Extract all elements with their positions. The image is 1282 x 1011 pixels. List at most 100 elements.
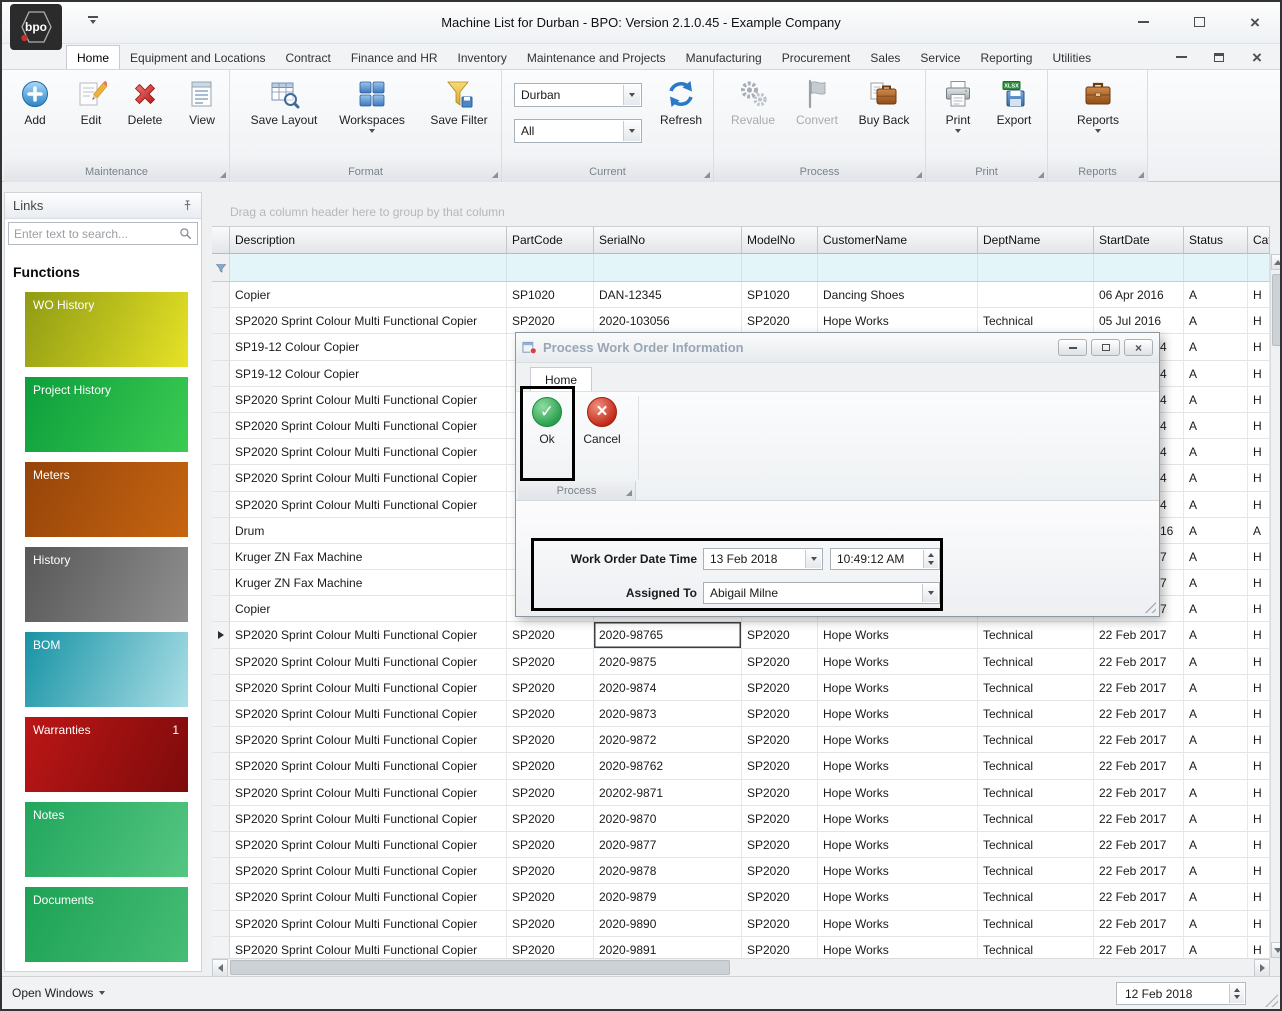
- column-header-status[interactable]: Status: [1184, 227, 1248, 253]
- close-icon[interactable]: ×: [1246, 13, 1264, 31]
- mdi-minimize-icon[interactable]: [1172, 48, 1190, 66]
- sidebar-item-wo-history[interactable]: WO History: [25, 292, 188, 367]
- table-row[interactable]: SP2020 Sprint Colour Multi Functional Co…: [212, 701, 1270, 727]
- dialog-launcher-icon[interactable]: ◢: [220, 171, 226, 179]
- column-header-partcode[interactable]: PartCode: [507, 227, 594, 253]
- filter-cell[interactable]: [978, 254, 1094, 281]
- scroll-left-icon[interactable]: [212, 959, 228, 977]
- open-windows-button[interactable]: Open Windows: [12, 986, 105, 1000]
- table-row[interactable]: SP2020 Sprint Colour Multi Functional Co…: [212, 884, 1270, 910]
- sidebar-item-project-history[interactable]: Project History: [25, 377, 188, 452]
- dialog-close-button[interactable]: ×: [1124, 339, 1153, 356]
- workspaces-button[interactable]: Workspaces: [332, 78, 412, 133]
- view-button[interactable]: View: [178, 78, 226, 127]
- filter-cell[interactable]: [742, 254, 818, 281]
- table-row[interactable]: SP2020 Sprint Colour Multi Functional Co…: [212, 911, 1270, 937]
- buy-back-button[interactable]: Buy Back: [852, 78, 916, 127]
- assigned-to-input[interactable]: Abigail Milne: [703, 582, 940, 604]
- delete-button[interactable]: Delete: [119, 78, 171, 127]
- column-header-customername[interactable]: CustomerName: [818, 227, 978, 253]
- reports-button[interactable]: Reports: [1066, 78, 1130, 133]
- column-header-startdate[interactable]: StartDate: [1094, 227, 1184, 253]
- column-header-modelno[interactable]: ModelNo: [742, 227, 818, 253]
- column-header-serialno[interactable]: SerialNo: [594, 227, 742, 253]
- refresh-button[interactable]: Refresh: [652, 78, 710, 127]
- tab-maintenance-and-projects[interactable]: Maintenance and Projects: [517, 46, 676, 69]
- work-order-date-input[interactable]: 13 Feb 2018: [703, 548, 823, 570]
- work-order-time-input[interactable]: 10:49:12 AM: [830, 548, 940, 570]
- export-button[interactable]: XLSX Export: [988, 78, 1040, 127]
- tab-contract[interactable]: Contract: [275, 46, 340, 69]
- minimize-icon[interactable]: [1134, 13, 1152, 31]
- scroll-down-icon[interactable]: [1271, 942, 1282, 958]
- chevron-down-icon[interactable]: [623, 121, 640, 141]
- save-filter-button[interactable]: Save Filter: [422, 78, 496, 127]
- tab-inventory[interactable]: Inventory: [448, 46, 517, 69]
- column-header-cate[interactable]: Cate: [1248, 227, 1270, 253]
- chevron-down-icon[interactable]: [805, 550, 821, 568]
- table-row[interactable]: SP2020 Sprint Colour Multi Functional Co…: [212, 727, 1270, 753]
- tab-manufacturing[interactable]: Manufacturing: [676, 46, 772, 69]
- horizontal-scrollbar[interactable]: [212, 958, 1270, 976]
- dialog-titlebar[interactable]: Process Work Order Information ×: [516, 333, 1159, 363]
- status-date-picker[interactable]: 12 Feb 2018: [1116, 982, 1246, 1005]
- dialog-maximize-button[interactable]: [1091, 339, 1120, 356]
- scroll-right-icon[interactable]: [1254, 959, 1270, 977]
- dialog-minimize-button[interactable]: [1058, 339, 1087, 356]
- edit-button[interactable]: Edit: [67, 78, 115, 127]
- column-header-deptname[interactable]: DeptName: [978, 227, 1094, 253]
- search-icon[interactable]: [179, 227, 192, 240]
- tab-service[interactable]: Service: [910, 46, 970, 69]
- filter-cell[interactable]: [507, 254, 594, 281]
- table-row[interactable]: SP2020 Sprint Colour Multi Functional Co…: [212, 753, 1270, 779]
- scroll-up-icon[interactable]: [1271, 254, 1282, 270]
- mdi-close-icon[interactable]: ×: [1248, 48, 1266, 66]
- vertical-scroll-thumb[interactable]: [1272, 274, 1282, 346]
- sidebar-item-history[interactable]: History: [25, 547, 188, 622]
- filter-cell[interactable]: [1094, 254, 1184, 281]
- chevron-down-icon[interactable]: [922, 584, 938, 602]
- cancel-button[interactable]: × Cancel: [578, 397, 626, 446]
- filter-cell[interactable]: [1184, 254, 1248, 281]
- print-button[interactable]: Print: [934, 78, 982, 133]
- tab-sales[interactable]: Sales: [860, 46, 910, 69]
- tab-reporting[interactable]: Reporting: [970, 46, 1042, 69]
- dialog-launcher-icon[interactable]: ◢: [916, 171, 922, 179]
- time-spinner[interactable]: [923, 550, 938, 568]
- vertical-scrollbar[interactable]: [1270, 254, 1282, 958]
- table-row[interactable]: SP2020 Sprint Colour Multi Functional Co…: [212, 675, 1270, 701]
- filter-cell[interactable]: [818, 254, 978, 281]
- tab-equipment-and-locations[interactable]: Equipment and Locations: [120, 46, 275, 69]
- add-button[interactable]: Add: [11, 78, 59, 127]
- tab-procurement[interactable]: Procurement: [772, 46, 861, 69]
- sidebar-item-documents[interactable]: Documents: [25, 887, 188, 962]
- filter-cell[interactable]: [1248, 254, 1270, 281]
- search-input[interactable]: [14, 227, 179, 241]
- dialog-launcher-icon[interactable]: ◢: [1038, 171, 1044, 179]
- tab-utilities[interactable]: Utilities: [1042, 46, 1101, 69]
- status-filter-select[interactable]: All: [514, 119, 642, 143]
- table-row[interactable]: SP2020 Sprint Colour Multi Functional Co…: [212, 649, 1270, 675]
- table-row[interactable]: SP2020 Sprint Colour Multi Functional Co…: [212, 780, 1270, 806]
- table-row[interactable]: SP2020 Sprint Colour Multi Functional Co…: [212, 308, 1270, 334]
- sidebar-item-bom[interactable]: BOM: [25, 632, 188, 707]
- tab-home[interactable]: Home: [66, 45, 120, 69]
- sidebar-item-notes[interactable]: Notes: [25, 802, 188, 877]
- horizontal-scroll-thumb[interactable]: [230, 960, 730, 975]
- table-row[interactable]: CopierSP1020DAN-12345SP1020Dancing Shoes…: [212, 282, 1270, 308]
- titlebar[interactable]: bpo Machine List for Durban - BPO: Versi…: [2, 2, 1280, 44]
- date-spinner[interactable]: [1229, 984, 1244, 1003]
- mdi-restore-icon[interactable]: [1210, 48, 1228, 66]
- filter-cell[interactable]: [594, 254, 742, 281]
- dialog-launcher-icon[interactable]: ◢: [492, 171, 498, 179]
- table-row[interactable]: SP2020 Sprint Colour Multi Functional Co…: [212, 937, 1270, 958]
- column-header-description[interactable]: Description: [230, 227, 507, 253]
- table-row[interactable]: SP2020 Sprint Colour Multi Functional Co…: [212, 622, 1270, 648]
- maximize-icon[interactable]: [1190, 13, 1208, 31]
- table-row[interactable]: SP2020 Sprint Colour Multi Functional Co…: [212, 806, 1270, 832]
- dialog-launcher-icon[interactable]: ◢: [704, 171, 710, 179]
- table-row[interactable]: SP2020 Sprint Colour Multi Functional Co…: [212, 832, 1270, 858]
- sidebar-item-meters[interactable]: Meters: [25, 462, 188, 537]
- dialog-tab-home[interactable]: Home: [530, 367, 592, 391]
- save-layout-button[interactable]: Save Layout: [246, 78, 322, 127]
